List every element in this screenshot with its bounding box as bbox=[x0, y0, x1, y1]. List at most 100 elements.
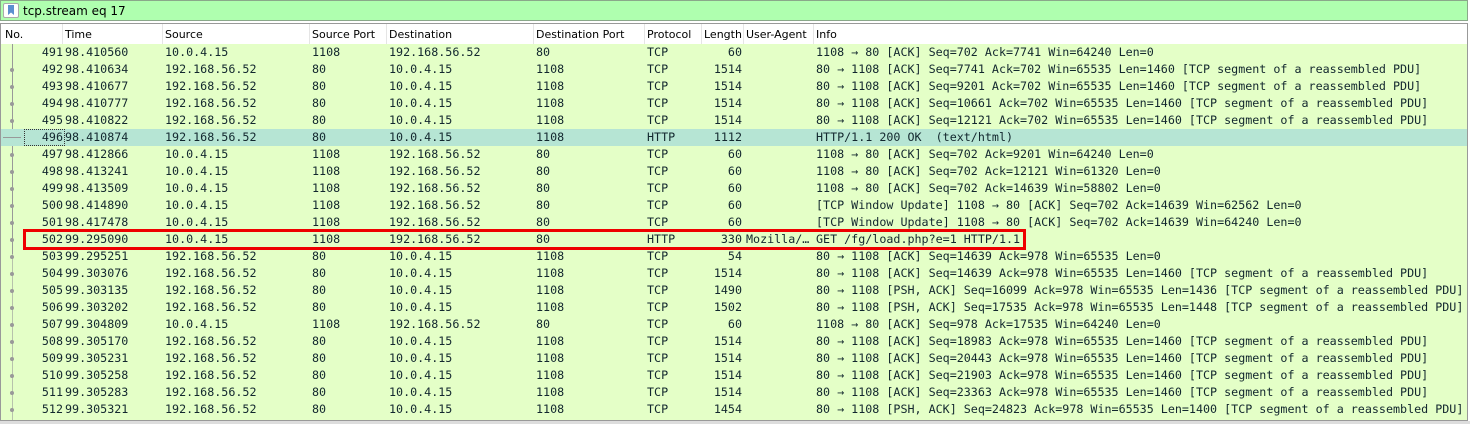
column-separator[interactable] bbox=[309, 24, 310, 44]
packet-row[interactable]: 495 98.410822 192.168.56.52 80 10.0.4.15 1108… bbox=[1, 112, 1467, 129]
cell-protocol: TCP bbox=[647, 283, 669, 297]
cell-destination-port: 1108 bbox=[536, 249, 565, 263]
cell-time: 99.305321 bbox=[65, 402, 129, 416]
cell-length: 60 bbox=[727, 317, 742, 331]
cell-protocol: TCP bbox=[647, 96, 669, 110]
cell-no: 501 bbox=[41, 215, 63, 229]
cell-destination-port: 80 bbox=[536, 317, 551, 331]
column-header-destination[interactable]: Destination bbox=[389, 28, 452, 41]
related-packet-dot-icon bbox=[10, 408, 14, 412]
cell-no: 503 bbox=[41, 249, 63, 263]
packet-list[interactable]: No. Time Source Source Port Destination Desti… bbox=[0, 23, 1468, 421]
column-separator[interactable] bbox=[62, 24, 63, 44]
cell-source: 10.0.4.15 bbox=[165, 181, 229, 195]
column-header-length[interactable]: Length bbox=[704, 28, 742, 41]
display-filter-input[interactable] bbox=[23, 2, 1463, 19]
cell-destination: 10.0.4.15 bbox=[389, 351, 453, 365]
packet-row[interactable]: 503 99.295251 192.168.56.52 80 10.0.4.15 1108… bbox=[1, 248, 1467, 265]
cell-destination: 10.0.4.15 bbox=[389, 283, 453, 297]
packet-row[interactable]: 505 99.303135 192.168.56.52 80 10.0.4.15 1108… bbox=[1, 282, 1467, 299]
cell-source-port: 80 bbox=[312, 385, 327, 399]
cell-destination-port: 80 bbox=[536, 164, 551, 178]
related-packet-dot-icon bbox=[10, 85, 14, 89]
column-header-no[interactable]: No. bbox=[5, 28, 23, 41]
packet-row[interactable]: 498 98.413241 10.0.4.15 1108 192.168.56.52 80… bbox=[1, 163, 1467, 180]
column-separator[interactable] bbox=[386, 24, 387, 44]
column-header-time[interactable]: Time bbox=[65, 28, 92, 41]
cell-source: 192.168.56.52 bbox=[165, 96, 257, 110]
cell-source-port: 1108 bbox=[312, 215, 341, 229]
cell-source: 10.0.4.15 bbox=[165, 317, 229, 331]
packet-row[interactable]: 494 98.410777 192.168.56.52 80 10.0.4.15 1108… bbox=[1, 95, 1467, 112]
packet-row[interactable]: 496 98.410874 192.168.56.52 80 10.0.4.15 1108… bbox=[1, 129, 1467, 146]
cell-protocol: TCP bbox=[647, 385, 669, 399]
cell-no: 508 bbox=[41, 334, 63, 348]
cell-time: 98.413509 bbox=[65, 181, 129, 195]
cell-source-port: 80 bbox=[312, 266, 327, 280]
cell-no: 491 bbox=[41, 45, 63, 59]
packet-row[interactable]: 510 99.305258 192.168.56.52 80 10.0.4.15 1108… bbox=[1, 367, 1467, 384]
cell-time: 99.303202 bbox=[65, 300, 129, 314]
related-packet-dot-icon bbox=[10, 119, 14, 123]
cell-info: 80 → 1108 [PSH, ACK] Seq=17535 Ack=978 W… bbox=[816, 300, 1464, 314]
column-separator[interactable] bbox=[813, 24, 814, 44]
cell-length: 1514 bbox=[713, 113, 742, 127]
cell-no: 506 bbox=[41, 300, 63, 314]
packet-row[interactable]: 511 99.305283 192.168.56.52 80 10.0.4.15 1108… bbox=[1, 384, 1467, 401]
packet-row[interactable]: 499 98.413509 10.0.4.15 1108 192.168.56.52 80… bbox=[1, 180, 1467, 197]
cell-destination-port: 1108 bbox=[536, 368, 565, 382]
cell-length: 1502 bbox=[713, 300, 742, 314]
cell-time: 98.410560 bbox=[65, 45, 129, 59]
cell-protocol: TCP bbox=[647, 351, 669, 365]
column-separator[interactable] bbox=[533, 24, 534, 44]
column-separator[interactable] bbox=[743, 24, 744, 44]
column-separator[interactable] bbox=[701, 24, 702, 44]
cell-no: 505 bbox=[41, 283, 63, 297]
column-header-protocol[interactable]: Protocol bbox=[647, 28, 691, 41]
column-header-destination-port[interactable]: Destination Port bbox=[536, 28, 624, 41]
cell-length: 60 bbox=[727, 181, 742, 195]
cell-info: 80 → 1108 [PSH, ACK] Seq=16099 Ack=978 W… bbox=[816, 283, 1464, 297]
column-header-source-port[interactable]: Source Port bbox=[312, 28, 375, 41]
cell-info: 80 → 1108 [ACK] Seq=7741 Ack=702 Win=655… bbox=[816, 62, 1422, 76]
cell-info: 80 → 1108 [ACK] Seq=9201 Ack=702 Win=655… bbox=[816, 79, 1422, 93]
cell-time: 99.305283 bbox=[65, 385, 129, 399]
bookmark-icon[interactable] bbox=[3, 3, 19, 18]
cell-source: 192.168.56.52 bbox=[165, 249, 257, 263]
cell-source: 192.168.56.52 bbox=[165, 300, 257, 314]
packet-row[interactable]: 504 99.303076 192.168.56.52 80 10.0.4.15 1108… bbox=[1, 265, 1467, 282]
packet-row[interactable]: 512 99.305321 192.168.56.52 80 10.0.4.15 1108… bbox=[1, 401, 1467, 418]
column-separator[interactable] bbox=[162, 24, 163, 44]
packet-row[interactable]: 508 99.305170 192.168.56.52 80 10.0.4.15 1108… bbox=[1, 333, 1467, 350]
cell-destination: 10.0.4.15 bbox=[389, 96, 453, 110]
cell-destination: 10.0.4.15 bbox=[389, 402, 453, 416]
cell-protocol: TCP bbox=[647, 181, 669, 195]
cell-time: 98.410777 bbox=[65, 96, 129, 110]
cell-time: 99.304809 bbox=[65, 317, 129, 331]
cell-length: 1454 bbox=[713, 402, 742, 416]
cell-source-port: 80 bbox=[312, 351, 327, 365]
cell-length: 1112 bbox=[713, 130, 742, 144]
packet-row[interactable]: 497 98.412866 10.0.4.15 1108 192.168.56.52 80… bbox=[1, 146, 1467, 163]
column-header-source[interactable]: Source bbox=[165, 28, 203, 41]
cell-length: 1514 bbox=[713, 334, 742, 348]
packet-row[interactable]: 507 99.304809 10.0.4.15 1108 192.168.56.52 80… bbox=[1, 316, 1467, 333]
packet-row[interactable]: 491 98.410560 10.0.4.15 1108 192.168.56.52 80… bbox=[1, 44, 1467, 61]
column-header-user-agent[interactable]: User-Agent bbox=[746, 28, 807, 41]
cell-source-port: 80 bbox=[312, 62, 327, 76]
packet-row[interactable]: 500 98.414890 10.0.4.15 1108 192.168.56.52 80… bbox=[1, 197, 1467, 214]
packet-row[interactable]: 509 99.305231 192.168.56.52 80 10.0.4.15 1108… bbox=[1, 350, 1467, 367]
column-separator[interactable] bbox=[644, 24, 645, 44]
cell-destination: 10.0.4.15 bbox=[389, 130, 453, 144]
cell-length: 1514 bbox=[713, 368, 742, 382]
cell-source: 10.0.4.15 bbox=[165, 147, 229, 161]
packet-row[interactable]: 493 98.410677 192.168.56.52 80 10.0.4.15 1108… bbox=[1, 78, 1467, 95]
column-header-info[interactable]: Info bbox=[816, 28, 837, 41]
packet-row[interactable]: 506 99.303202 192.168.56.52 80 10.0.4.15 1108… bbox=[1, 299, 1467, 316]
cell-source: 192.168.56.52 bbox=[165, 62, 257, 76]
cell-info: 80 → 1108 [ACK] Seq=14639 Ack=978 Win=65… bbox=[816, 266, 1429, 280]
packet-row[interactable]: 492 98.410634 192.168.56.52 80 10.0.4.15 1108… bbox=[1, 61, 1467, 78]
cell-time: 99.305231 bbox=[65, 351, 129, 365]
cell-time: 98.412866 bbox=[65, 147, 129, 161]
cell-no: 497 bbox=[41, 147, 63, 161]
